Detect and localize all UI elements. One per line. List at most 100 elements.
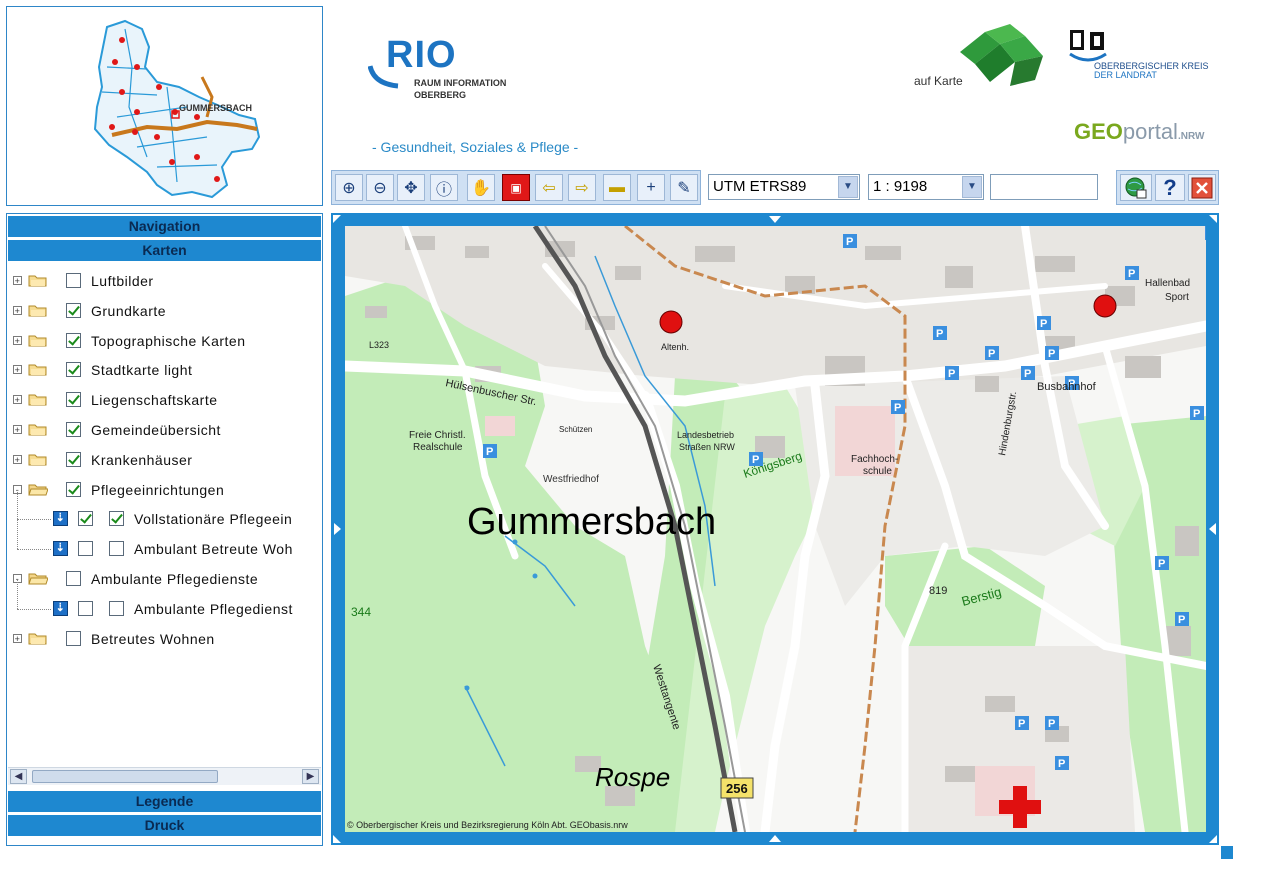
label-strassen: Straßen NRW <box>679 442 735 452</box>
projection-select[interactable]: UTM ETRS89 ▼ <box>708 174 860 200</box>
layer-checkbox[interactable] <box>66 422 81 437</box>
layer-checkbox[interactable] <box>66 451 81 467</box>
download-icon[interactable]: ⇣ <box>53 541 68 557</box>
navigation-header[interactable]: Navigation <box>8 215 321 237</box>
label-landesbetrieb: Landesbetrieb <box>677 430 734 440</box>
pan-se-icon[interactable] <box>1209 835 1217 843</box>
layer-label: Ambulante Pflegedienste <box>91 571 259 587</box>
karten-header[interactable]: Karten <box>8 239 321 261</box>
layer-visible-checkbox[interactable] <box>78 541 93 557</box>
coordinate-button[interactable]: + <box>637 174 665 201</box>
zoom-in-button[interactable]: ⊕ <box>335 174 363 201</box>
svg-text:P: P <box>1048 718 1055 730</box>
arrow-left-icon: ⇦ <box>542 179 556 197</box>
info-button[interactable]: ⓘ <box>430 174 458 201</box>
layer-row: + Stadtkarte light <box>8 355 321 385</box>
download-icon[interactable]: ⇣ <box>53 511 68 527</box>
scroll-right-button[interactable]: ▶ <box>302 769 319 784</box>
care-facility-marker[interactable] <box>1093 294 1117 318</box>
layer-label: Pflegeeinrichtungen <box>91 481 225 498</box>
download-icon[interactable]: ⇣ <box>53 600 68 616</box>
geoportal-geo: GEO <box>1074 119 1123 144</box>
legende-label: Legende <box>135 793 194 809</box>
layer-checkbox[interactable] <box>109 511 124 527</box>
layer-visible-checkbox[interactable] <box>78 511 93 527</box>
kreis-line2: DER LANDRAT <box>1094 70 1157 80</box>
layer-checkbox[interactable] <box>66 302 81 318</box>
svg-text:P: P <box>894 402 901 414</box>
layer-checkbox[interactable] <box>66 571 81 586</box>
pan-ne-icon[interactable] <box>1209 215 1217 223</box>
label-hallenbad: Hallenbad <box>1145 278 1190 289</box>
expand-icon[interactable]: + <box>13 365 22 375</box>
coordinate-input[interactable] <box>990 174 1098 200</box>
layer-visible-checkbox[interactable] <box>78 600 93 616</box>
pan-west-icon[interactable] <box>334 523 341 535</box>
layer-checkbox[interactable] <box>109 600 124 616</box>
tree-connector <box>17 520 18 550</box>
pan-north-icon[interactable] <box>769 216 781 223</box>
close-button[interactable] <box>1188 174 1216 201</box>
zoom-out-button[interactable]: ⊖ <box>366 174 394 201</box>
aufkarte-logo[interactable] <box>955 22 1047 90</box>
pan-button[interactable]: ✋ <box>467 174 495 201</box>
pan-south-icon[interactable] <box>769 835 781 842</box>
layer-checkbox[interactable] <box>66 362 81 378</box>
next-view-button[interactable]: ⇨ <box>568 174 596 201</box>
druck-header[interactable]: Druck <box>8 814 321 836</box>
full-extent-button[interactable]: ✥ <box>397 174 425 201</box>
svg-text:P: P <box>486 446 493 458</box>
overview-town-label: GUMMERSBACH <box>179 103 252 113</box>
layer-checkbox[interactable] <box>66 273 81 288</box>
rio-logo-line2: OBERBERG <box>414 90 467 100</box>
pan-east-icon[interactable] <box>1209 523 1216 535</box>
karten-label: Karten <box>142 242 187 258</box>
tree-horizontal-scrollbar[interactable]: ◀ ▶ <box>8 767 321 785</box>
rio-logo-title: RIO <box>386 34 457 76</box>
left-panel: Navigation Karten + Luftbilder + Grundkarte… <box>6 213 323 846</box>
layer-checkbox[interactable] <box>109 541 124 557</box>
druck-label: Druck <box>144 817 185 833</box>
scroll-thumb[interactable] <box>32 770 218 783</box>
map-canvas[interactable]: PPPPPPPPPPPPPPPPPP 256 Gummersbach Rospe… <box>345 226 1206 832</box>
care-facility-marker[interactable] <box>659 310 683 334</box>
draw-button[interactable]: ✎ <box>670 174 698 201</box>
arrow-right-icon: ⇨ <box>575 179 589 197</box>
pan-sw-icon[interactable] <box>333 835 341 843</box>
label-busbahnhof: Busbahnhof <box>1037 381 1097 393</box>
geoportal-logo[interactable]: GEOportal.NRW <box>1074 119 1204 145</box>
layer-label: Ambulante Pflegedienst <box>134 600 293 617</box>
pan-nw-icon[interactable] <box>333 215 341 223</box>
expand-icon[interactable]: + <box>13 454 22 464</box>
folder-icon <box>28 482 49 497</box>
overview-map[interactable]: GUMMERSBACH <box>6 6 323 206</box>
label-sport: Sport <box>1165 292 1189 303</box>
layer-tree: + Luftbilder + Grundkarte + Topographische Ka… <box>8 264 321 764</box>
layer-checkbox[interactable] <box>66 481 81 497</box>
zoom-box-button[interactable]: ▣ <box>502 174 530 201</box>
folder-icon <box>28 362 48 377</box>
folder-icon <box>28 333 48 348</box>
previous-view-button[interactable]: ⇦ <box>535 174 563 201</box>
measure-button[interactable]: ▬ <box>603 174 631 201</box>
expand-icon[interactable]: + <box>13 395 22 405</box>
layer-checkbox[interactable] <box>66 630 81 646</box>
expand-icon[interactable]: + <box>13 276 22 286</box>
right-toolbar: ? <box>1116 170 1219 205</box>
svg-text:P: P <box>1024 368 1031 380</box>
help-button[interactable]: ? <box>1155 174 1185 201</box>
scroll-left-button[interactable]: ◀ <box>10 769 27 784</box>
scale-select[interactable]: 1 : 9198 ▼ <box>868 174 984 200</box>
expand-icon[interactable]: + <box>13 335 22 345</box>
folder-icon <box>28 571 49 586</box>
map-frame: PPPPPPPPPPPPPPPPPP 256 Gummersbach Rospe… <box>331 213 1219 845</box>
globe-button[interactable] <box>1120 174 1152 201</box>
expand-icon[interactable]: + <box>13 425 22 435</box>
layer-checkbox[interactable] <box>66 332 81 348</box>
expand-icon[interactable]: + <box>13 305 22 315</box>
rospe-label: Rospe <box>595 762 670 792</box>
layer-checkbox[interactable] <box>66 392 81 408</box>
layer-label: Grundkarte <box>91 302 167 319</box>
legende-header[interactable]: Legende <box>8 790 321 812</box>
expand-icon[interactable]: + <box>13 633 22 643</box>
